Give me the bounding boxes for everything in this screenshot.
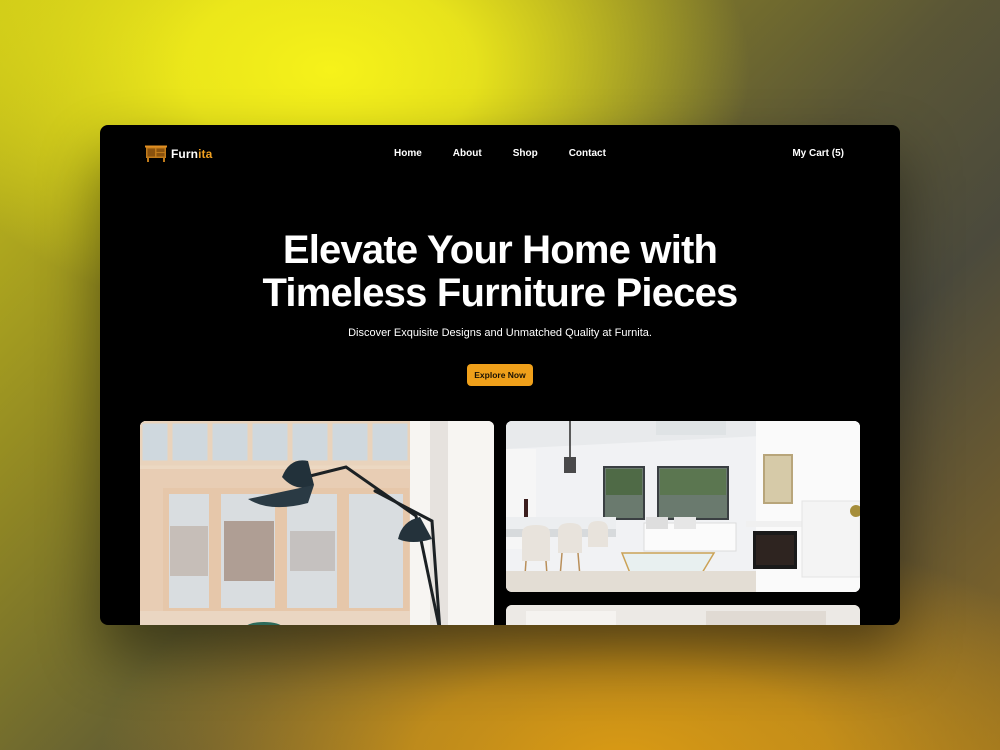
nav-link-shop[interactable]: Shop [513,148,538,159]
interior-illustration [506,605,860,625]
brand-logo[interactable]: Furnita [145,145,212,163]
interior-lamp-illustration [140,421,494,625]
hero-title: Elevate Your Home with Timeless Furnitur… [100,229,900,315]
brand-name: Furnita [171,147,212,161]
interior-lamp-photo [140,421,494,625]
brand-name-accent: ita [198,147,213,161]
brand-name-main: Furn [171,147,199,161]
hero-subtitle: Discover Exquisite Designs and Unmatched… [348,327,652,339]
living-room-illustration [506,421,860,592]
hero-title-line1: Elevate Your Home with [282,228,718,272]
hero-title-line2: Timeless Furniture Pieces [262,271,738,315]
nav-links: Home About Shop Contact [394,148,637,159]
furniture-cabinet-icon [145,145,167,162]
explore-now-button[interactable]: Explore Now [467,364,533,386]
browser-window: Furnita Home About Shop Contact My Cart … [100,125,900,625]
nav-link-about[interactable]: About [453,148,482,159]
nav-link-contact[interactable]: Contact [569,148,606,159]
top-navigation: Furnita Home About Shop Contact My Cart … [100,125,900,183]
cart-link[interactable]: My Cart (5) [792,148,844,159]
nav-link-home[interactable]: Home [394,148,422,159]
interior-photo [506,605,860,625]
living-room-kitchen-photo [506,421,860,592]
